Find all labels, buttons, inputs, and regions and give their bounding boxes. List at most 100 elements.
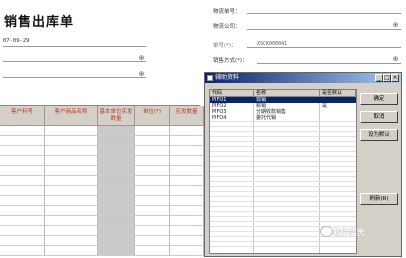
grid-cell[interactable]	[135, 206, 170, 216]
grid-header-customer-part-no[interactable]: 客户料号	[0, 106, 45, 126]
grid-cell[interactable]	[170, 126, 204, 136]
cancel-button[interactable]: 取消	[360, 111, 398, 123]
grid-cell[interactable]	[98, 146, 135, 156]
grid-cell[interactable]	[170, 176, 204, 186]
grid-cell[interactable]	[170, 136, 204, 146]
grid-cell[interactable]	[98, 136, 135, 146]
grid-cell[interactable]	[0, 206, 45, 216]
grid-cell[interactable]	[170, 216, 204, 226]
grid-cell[interactable]	[135, 146, 170, 156]
grid-cell[interactable]	[170, 246, 204, 256]
grid-cell[interactable]	[135, 196, 170, 206]
grid-cell[interactable]	[170, 236, 204, 246]
grid-cell[interactable]	[0, 186, 45, 196]
ok-button[interactable]: 确定	[360, 93, 398, 105]
grid-cell[interactable]	[45, 226, 98, 236]
grid-cell[interactable]	[0, 136, 45, 146]
maximize-icon[interactable]: □	[383, 74, 391, 82]
grid-cell[interactable]	[170, 196, 204, 206]
grid-cell[interactable]	[98, 216, 135, 226]
grid-cell[interactable]	[98, 156, 135, 166]
grid-cell[interactable]	[135, 226, 170, 236]
lookup-icon[interactable]: ⊕	[138, 55, 145, 62]
grid-cell[interactable]	[0, 216, 45, 226]
field-left-1[interactable]	[3, 61, 146, 62]
grid-cell[interactable]	[45, 206, 98, 216]
grid-cell[interactable]	[135, 156, 170, 166]
lookup-icon[interactable]: ⊕	[138, 71, 145, 78]
logistics-no-input[interactable]	[247, 13, 401, 14]
col-header-default[interactable]: 是否默认	[320, 90, 356, 97]
close-icon[interactable]: ×	[391, 74, 399, 82]
grid-cell[interactable]	[0, 166, 45, 176]
grid-cell[interactable]	[45, 186, 98, 196]
grid-cell[interactable]	[45, 126, 98, 136]
sales-method-label: 销售方式(*)：	[213, 58, 248, 64]
grid-cell[interactable]	[98, 126, 135, 136]
grid-cell[interactable]	[98, 196, 135, 206]
grid-header-base-qty[interactable]: 基本单位实发数量	[98, 106, 135, 126]
grid-cell[interactable]	[45, 146, 98, 156]
grid-cell[interactable]	[135, 176, 170, 186]
grid-cell[interactable]	[170, 226, 204, 236]
grid-header-customer-product-name[interactable]: 客户商品名称	[45, 106, 98, 126]
grid-cell[interactable]	[0, 146, 45, 156]
grid-cell[interactable]	[45, 216, 98, 226]
grid-cell[interactable]	[135, 166, 170, 176]
grid-cell[interactable]	[45, 166, 98, 176]
grid-cell[interactable]	[98, 186, 135, 196]
grid-cell[interactable]	[45, 246, 98, 256]
grid-header-unit[interactable]: 单位(*)	[135, 106, 170, 126]
grid-cell[interactable]	[135, 246, 170, 256]
minimize-icon[interactable]: _	[375, 74, 383, 82]
grid-cell[interactable]	[0, 246, 45, 256]
grid-cell[interactable]	[45, 156, 98, 166]
grid-cell[interactable]	[135, 236, 170, 246]
grid-cell[interactable]	[0, 236, 45, 246]
grid-cell[interactable]	[170, 186, 204, 196]
grid-cell[interactable]	[98, 206, 135, 216]
grid-cell[interactable]	[0, 156, 45, 166]
grid-cell[interactable]	[45, 136, 98, 146]
dialog-title: 辅助资料	[215, 74, 240, 81]
grid-cell[interactable]	[45, 236, 98, 246]
field-left-2[interactable]	[3, 77, 146, 78]
date-value: 07-09-29	[3, 38, 30, 44]
wechat-icon	[320, 226, 333, 237]
grid-cell[interactable]	[98, 236, 135, 246]
logistics-company-input[interactable]	[247, 29, 401, 30]
col-header-name[interactable]: 名称	[254, 90, 320, 97]
grid-cell[interactable]	[170, 166, 204, 176]
order-no-underline	[247, 47, 401, 48]
grid-cell[interactable]	[0, 226, 45, 236]
grid-cell[interactable]	[45, 196, 98, 206]
order-no-label: 单号(*)：	[213, 43, 237, 49]
grid-cell[interactable]	[98, 176, 135, 186]
grid-cell[interactable]	[0, 126, 45, 136]
grid-cell[interactable]	[98, 166, 135, 176]
grid-cell[interactable]	[0, 196, 45, 206]
lookup-icon[interactable]: ⊕	[392, 56, 399, 63]
grid-cell[interactable]	[135, 216, 170, 226]
sales-method-input[interactable]	[257, 63, 401, 64]
col-header-code[interactable]: 代码	[210, 90, 254, 97]
grid-cell[interactable]	[45, 176, 98, 186]
watermark: 软件实务	[333, 228, 365, 237]
grid-cell[interactable]	[98, 246, 135, 256]
grid-cell[interactable]	[135, 126, 170, 136]
logistics-company-label: 物流公司：	[213, 24, 241, 30]
grid-header-due-qty[interactable]: 应发数量	[170, 106, 204, 126]
grid-cell[interactable]	[170, 156, 204, 166]
grid-cell[interactable]	[135, 186, 170, 196]
grid-cell[interactable]	[98, 226, 135, 236]
grid-cell[interactable]	[170, 146, 204, 156]
grid-cell[interactable]	[170, 206, 204, 216]
grid-cell[interactable]	[135, 136, 170, 146]
dialog-titlebar[interactable]: 辅助资料	[205, 73, 401, 83]
set-default-button[interactable]: 设为默认	[360, 129, 398, 141]
grid-cell[interactable]	[0, 176, 45, 186]
app-icon	[207, 75, 213, 81]
lookup-icon[interactable]: ⊕	[392, 22, 399, 29]
logistics-no-label: 物流单号：	[213, 9, 241, 15]
refresh-button[interactable]: 刷新(R)	[360, 193, 398, 205]
